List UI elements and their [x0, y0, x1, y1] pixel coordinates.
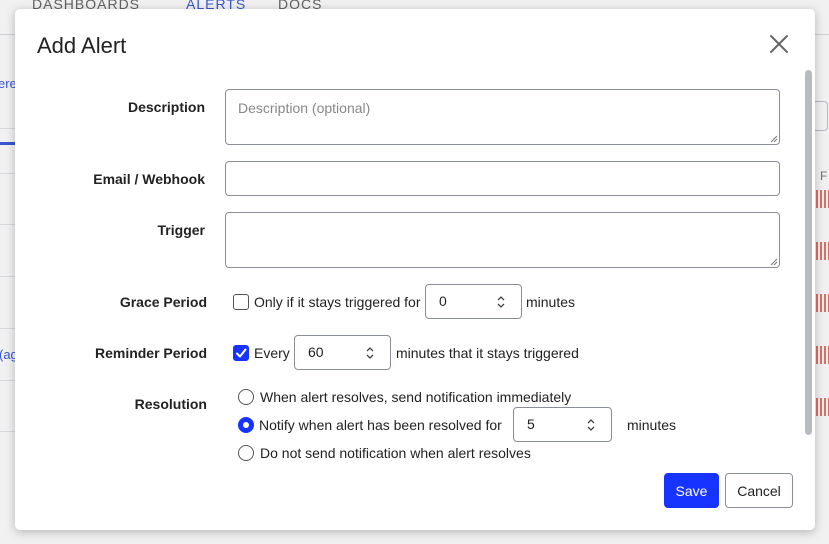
dialog-title: Add Alert: [37, 33, 127, 58]
resolution-label: Resolution: [134, 396, 207, 412]
grace-period-value[interactable]: 0: [439, 293, 447, 309]
grace-period-prefix: Only if it stays triggered for: [254, 294, 421, 310]
stepper-arrows-icon[interactable]: [496, 294, 506, 310]
description-field[interactable]: [225, 89, 780, 145]
reminder-period-suffix: minutes that it stays triggered: [396, 345, 579, 361]
cancel-button[interactable]: Cancel: [725, 473, 793, 508]
grace-period-checkbox[interactable]: [233, 294, 249, 310]
resolution-option-delayed[interactable]: [238, 417, 254, 433]
save-button[interactable]: Save: [664, 473, 719, 508]
reminder-period-prefix: Every: [254, 345, 290, 361]
reminder-period-checkbox[interactable]: [233, 345, 249, 361]
trigger-field[interactable]: [225, 212, 780, 268]
resolution-option-label: Do not send notification when alert reso…: [260, 445, 531, 461]
reminder-period-stepper[interactable]: 60: [294, 335, 391, 370]
resolution-option-label: When alert resolves, send notification i…: [260, 389, 572, 405]
trigger-label: Trigger: [157, 222, 205, 238]
resolution-delay-value[interactable]: 5: [527, 416, 535, 432]
resolution-delay-stepper[interactable]: 5: [513, 407, 612, 442]
close-icon[interactable]: [767, 32, 791, 56]
stepper-arrows-icon[interactable]: [365, 345, 375, 361]
grace-period-stepper[interactable]: 0: [425, 284, 522, 319]
grace-period-label: Grace Period: [119, 294, 207, 310]
reminder-period-label: Reminder Period: [94, 345, 207, 361]
resolution-option-label: Notify when alert has been resolved for: [259, 417, 502, 433]
check-icon: [236, 348, 247, 358]
grace-period-suffix: minutes: [526, 294, 576, 310]
add-alert-dialog: Add Alert Description Email / Webhook Tr…: [15, 9, 815, 530]
resolution-option-none[interactable]: [238, 445, 254, 461]
description-label: Description: [127, 99, 205, 115]
dialog-scrollbar[interactable]: [805, 70, 812, 435]
reminder-period-value[interactable]: 60: [308, 344, 324, 360]
email-webhook-field[interactable]: [225, 161, 780, 196]
stepper-arrows-icon[interactable]: [586, 417, 596, 433]
resolution-delay-suffix: minutes: [627, 417, 677, 433]
email-label: Email / Webhook: [93, 171, 205, 187]
resolution-option-immediately[interactable]: [238, 389, 254, 405]
